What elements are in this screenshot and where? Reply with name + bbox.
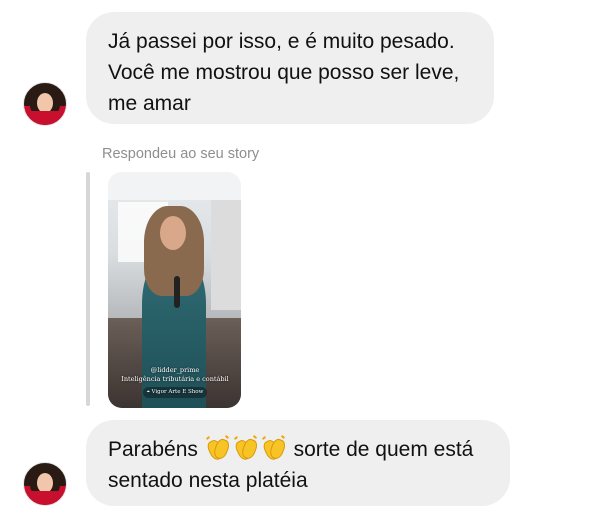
avatar-shirt bbox=[24, 111, 66, 125]
story-reply-label: Respondeu ao seu story bbox=[102, 146, 260, 162]
clap-icon bbox=[205, 434, 231, 462]
microphone-icon bbox=[174, 276, 180, 308]
message-line: sentado nesta platéia bbox=[108, 469, 308, 492]
message-bubble[interactable]: Já passei por isso, e é muito pesado. Vo… bbox=[86, 12, 494, 124]
story-caption: @lidder_prime Inteligência tributária e … bbox=[116, 366, 234, 398]
message-line: Já passei por isso, e é muito pesado. bbox=[108, 30, 455, 53]
avatar-shirt bbox=[24, 491, 66, 505]
reply-indicator-bar bbox=[86, 172, 90, 406]
story-speaker-face bbox=[160, 216, 186, 250]
sender-avatar[interactable] bbox=[23, 82, 67, 126]
story-caption-text: Inteligência tributária e contábil bbox=[121, 375, 229, 383]
avatar-face bbox=[37, 93, 53, 113]
story-handle: @lidder_prime bbox=[150, 366, 200, 374]
message-line: me amar bbox=[108, 92, 191, 115]
message-line: Parabéns sorte de quem está bbox=[108, 434, 488, 465]
story-location: ⌖ Vigor Arte E Show bbox=[142, 387, 208, 398]
message-text: Parabéns bbox=[108, 438, 198, 461]
message-bubble[interactable]: Parabéns sorte de quem está sentado nest… bbox=[86, 420, 510, 506]
story-ceiling bbox=[108, 172, 241, 200]
message-text: sorte de quem está bbox=[293, 438, 474, 461]
story-thumbnail[interactable]: @lidder_prime Inteligência tributária e … bbox=[108, 172, 241, 408]
clap-icon bbox=[233, 434, 259, 462]
message-line: Você me mostrou que posso ser leve, bbox=[108, 61, 460, 84]
story-location-text: Vigor Arte E Show bbox=[151, 389, 204, 395]
avatar-face bbox=[37, 473, 53, 493]
story-wall bbox=[211, 200, 241, 310]
sender-avatar[interactable] bbox=[23, 462, 67, 506]
clap-icon bbox=[261, 434, 287, 462]
